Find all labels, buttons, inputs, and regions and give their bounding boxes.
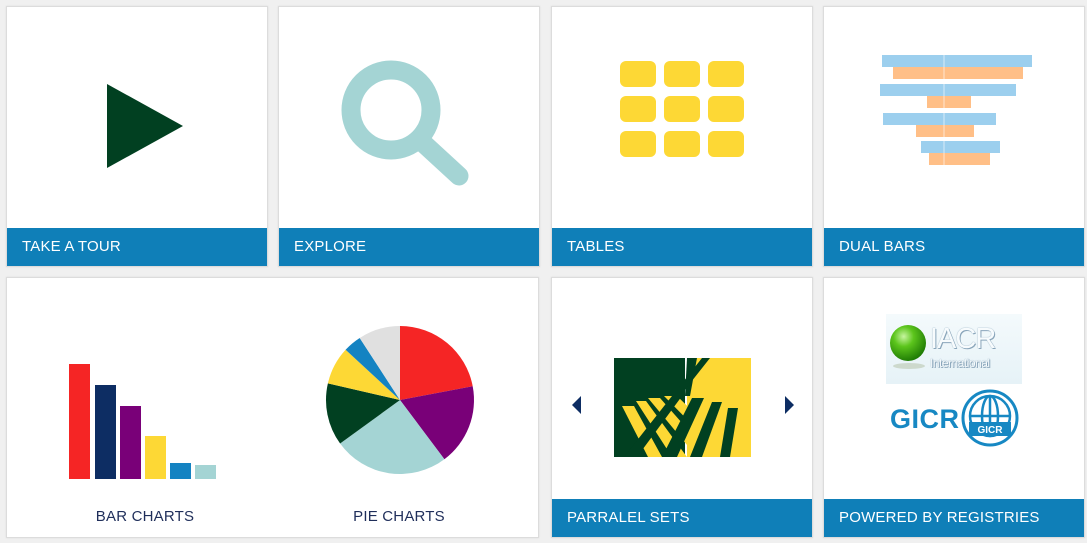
tile-tables[interactable]: TABLES bbox=[551, 6, 813, 267]
tile-charts: BAR CHARTS PIE CHARTS bbox=[6, 277, 539, 538]
tile-explore-label: EXPLORE bbox=[279, 228, 539, 266]
search-icon bbox=[341, 60, 469, 186]
iacr-logo: IACR International bbox=[886, 314, 1022, 384]
tile-take-a-tour-label: TAKE A TOUR bbox=[7, 228, 267, 266]
iacr-logo-subtext: International bbox=[930, 356, 990, 370]
tile-parallel-sets-label: PARRALEL SETS bbox=[552, 499, 812, 537]
iacr-logo-text: IACR bbox=[930, 323, 996, 355]
green-sphere-icon bbox=[890, 325, 926, 369]
pie-charts-label[interactable]: PIE CHARTS bbox=[319, 508, 479, 525]
tile-powered-by-registries-label: POWERED BY REGISTRIES bbox=[824, 499, 1084, 537]
chevron-left-icon[interactable] bbox=[570, 395, 584, 415]
parallel-sets-icon bbox=[614, 358, 751, 457]
tile-powered-by-registries[interactable]: IACR International GICR GICR POWERED BY … bbox=[823, 277, 1085, 538]
tile-tables-label: TABLES bbox=[552, 228, 812, 266]
tile-dual-bars[interactable]: DUAL BARS bbox=[823, 6, 1085, 267]
dual-bars-icon bbox=[880, 51, 1032, 169]
tile-dual-bars-label: DUAL BARS bbox=[824, 228, 1084, 266]
bar-charts-label[interactable]: BAR CHARTS bbox=[65, 508, 225, 525]
play-icon bbox=[107, 84, 183, 168]
chevron-right-icon[interactable] bbox=[782, 395, 796, 415]
tile-parallel-sets[interactable]: PARRALEL SETS bbox=[551, 277, 813, 538]
bar-chart-icon[interactable] bbox=[47, 278, 247, 488]
tile-take-a-tour[interactable]: TAKE A TOUR bbox=[6, 6, 268, 267]
gicr-logo-text: GICR bbox=[890, 404, 960, 434]
pie-chart-icon[interactable] bbox=[301, 278, 501, 488]
tile-explore[interactable]: EXPLORE bbox=[278, 6, 540, 267]
globe-icon: GICR bbox=[961, 389, 1019, 447]
grid-icon bbox=[620, 61, 744, 157]
gicr-badge-text: GICR bbox=[978, 425, 1004, 436]
